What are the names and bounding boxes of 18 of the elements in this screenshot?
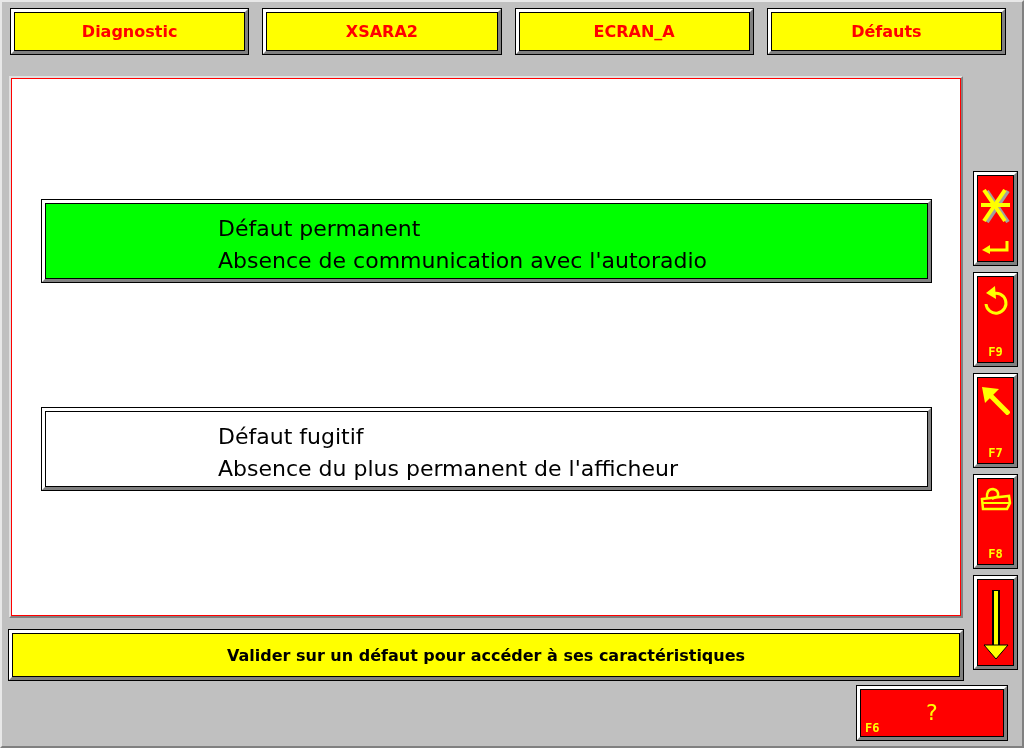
fault-item[interactable]: Défaut permanent Absence de communication avec l'autoradio xyxy=(42,200,931,282)
header-button[interactable]: Défauts xyxy=(767,9,1005,54)
help-button[interactable]: F6 ? xyxy=(857,686,1007,740)
fault-item[interactable]: Défaut fugitif Absence du plus permanent de l'afficheur xyxy=(42,408,931,490)
exit-button[interactable] xyxy=(974,172,1017,265)
diagonal-arrow-icon xyxy=(981,385,1010,415)
header-button[interactable]: Diagnostic xyxy=(11,9,249,54)
status-message: Valider sur un défaut pour accéder à ses caractéristiques xyxy=(9,630,963,680)
asterisk-icon xyxy=(981,189,1010,223)
header-button[interactable]: XSARA2 xyxy=(263,9,501,54)
print-button[interactable]: F8 xyxy=(974,475,1017,568)
scroll-down-button[interactable] xyxy=(974,576,1017,669)
header-button[interactable]: ECRAN_A xyxy=(515,9,753,54)
back-button[interactable]: F7 xyxy=(974,374,1017,467)
down-arrow-icon xyxy=(982,589,1009,660)
undo-button[interactable]: F9 xyxy=(974,273,1017,366)
return-arrow-icon xyxy=(981,241,1010,254)
printer-icon xyxy=(979,486,1012,512)
